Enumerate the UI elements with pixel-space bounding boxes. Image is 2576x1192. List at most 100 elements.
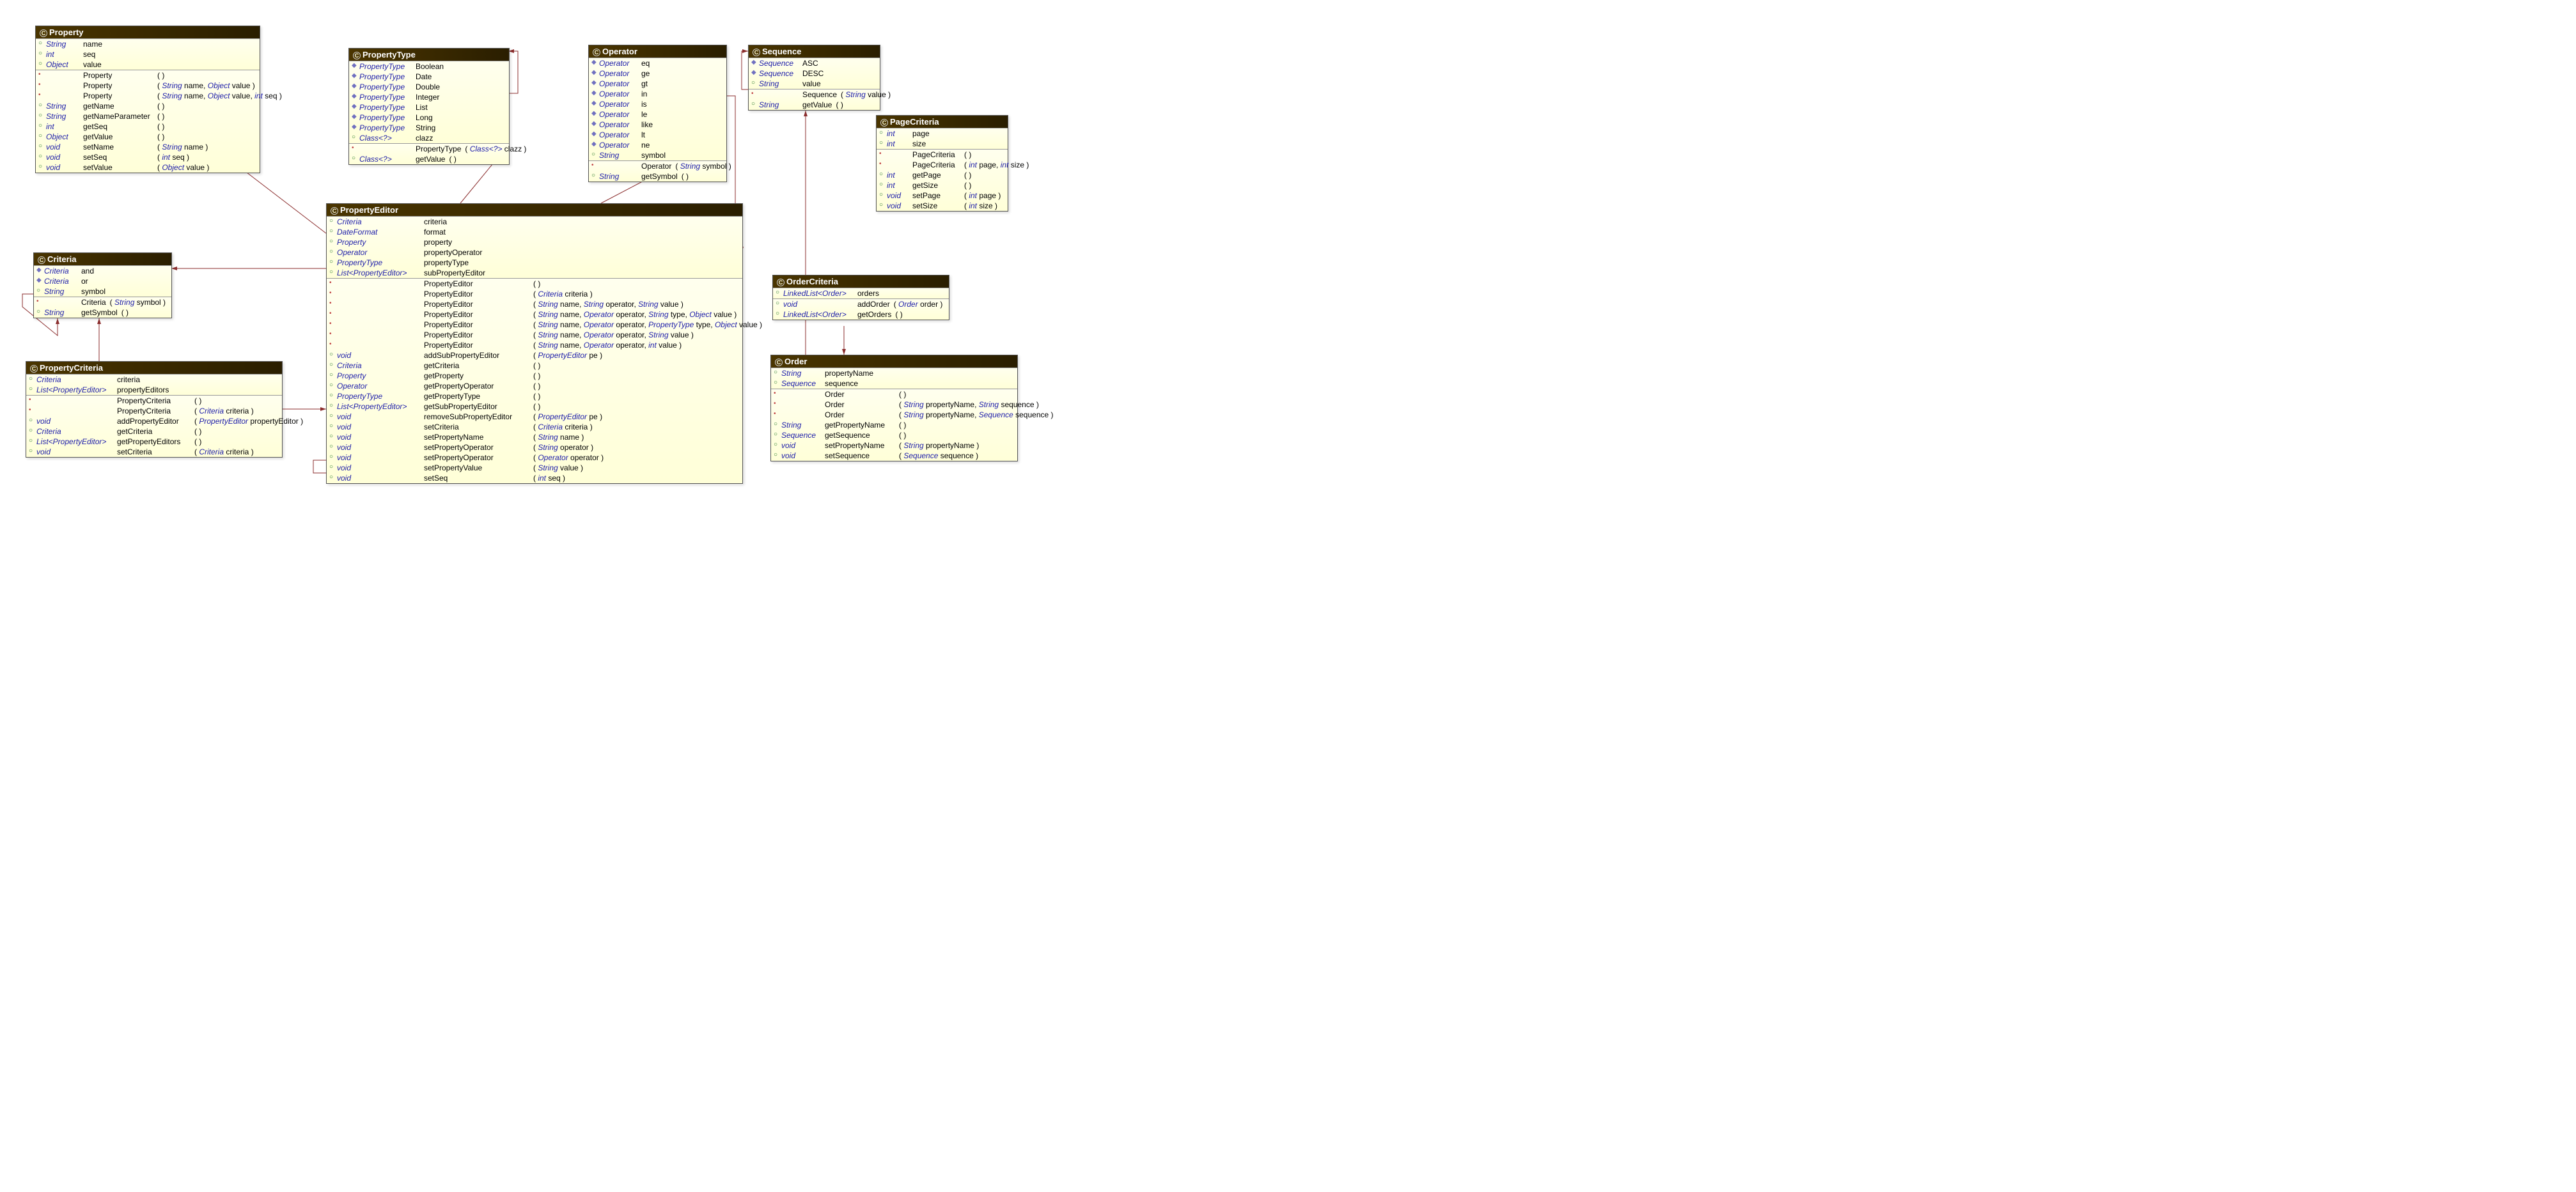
field-type: Sequence [759, 69, 799, 78]
method-name: PropertyEditor [424, 320, 529, 329]
visibility-icon: • [38, 71, 46, 80]
method-row: ○Class<?>getValue( ) [349, 154, 509, 164]
visibility-icon: ◆ [352, 82, 359, 91]
return-type: void [36, 417, 113, 426]
field-name: ne [641, 141, 650, 150]
method-name: getValue [416, 155, 445, 164]
method-name: PropertyEditor [424, 279, 529, 288]
return-type: Criteria [337, 361, 420, 370]
method-row: ○voidsetSeq( int seq ) [36, 152, 260, 162]
visibility-icon: ○ [36, 287, 44, 296]
field-name: like [641, 120, 653, 129]
field-type: Operator [599, 120, 637, 129]
return-type: Sequence [781, 431, 821, 440]
method-row: •Order( String propertyName, Sequence se… [771, 410, 1017, 420]
method-name: PropertyEditor [424, 290, 529, 298]
visibility-icon: ○ [29, 447, 36, 456]
method-row: •PageCriteria( int page, int size ) [877, 160, 1008, 170]
method-params: ( ) [964, 181, 971, 190]
visibility-icon: ○ [38, 143, 46, 151]
method-params: ( ) [157, 71, 164, 80]
method-params: ( int seq ) [157, 153, 189, 162]
field-row: ◆Operatorgt [589, 79, 726, 89]
method-name: PropertyType [416, 144, 461, 153]
method-row: •Property( String name, Object value ) [36, 81, 260, 91]
return-type [599, 162, 637, 171]
field-row: ◆Operatorin [589, 89, 726, 99]
return-type: void [783, 300, 854, 309]
return-type: PropertyType [337, 392, 420, 401]
return-type: void [337, 422, 420, 431]
field-name: name [83, 40, 102, 49]
visibility-icon: • [329, 341, 337, 350]
field-row: ○List<PropertyEditor>propertyEditors [26, 385, 282, 395]
field-type: String [599, 151, 637, 160]
connector [742, 51, 748, 89]
method-params: ( ) [194, 396, 201, 405]
field-type: PropertyType [337, 258, 420, 267]
class-header: PageCriteria [877, 116, 1008, 128]
field-name: property [424, 238, 452, 247]
return-type [46, 81, 79, 90]
visibility-icon: ○ [38, 132, 46, 141]
visibility-icon: ○ [329, 361, 337, 370]
visibility-icon: ○ [329, 422, 337, 431]
visibility-icon: ○ [38, 163, 46, 172]
method-row: ○voidsetName( String name ) [36, 142, 260, 152]
return-type: void [887, 191, 909, 200]
return-type: String [46, 112, 79, 121]
class-Order: Order○StringpropertyName○Sequencesequenc… [770, 355, 1018, 461]
return-type [337, 330, 420, 339]
method-name: getPage [912, 171, 960, 180]
method-row: •PropertyEditor( String name, Operator o… [327, 330, 742, 340]
uml-diagram: Property○Stringname○intseq○Objectvalue•P… [13, 13, 1017, 479]
fields-section: ◆Criteriaand◆Criteriaor○Stringsymbol [34, 265, 171, 297]
method-params: ( ) [964, 150, 971, 159]
field-type: Class<?> [359, 134, 412, 143]
field-name: or [81, 277, 88, 286]
method-row: ○voidsetCriteria( Criteria criteria ) [327, 422, 742, 432]
method-row: ○voidaddPropertyEditor( PropertyEditor p… [26, 416, 282, 426]
class-header: Property [36, 26, 260, 38]
visibility-icon: ◆ [591, 100, 599, 109]
visibility-icon: ○ [879, 129, 887, 138]
return-type: Criteria [36, 427, 113, 436]
method-row: ○voidsetPropertyName( String propertyNam… [771, 440, 1017, 451]
return-type: void [46, 153, 79, 162]
methods-section: •Operator( String symbol )○StringgetSymb… [589, 160, 726, 182]
method-params: ( PropertyEditor pe ) [533, 351, 602, 360]
visibility-icon: ○ [879, 171, 887, 180]
visibility-icon: ◆ [36, 267, 44, 275]
field-name: le [641, 110, 647, 119]
return-type: void [781, 451, 821, 460]
class-PropertyType: PropertyType◆PropertyTypeBoolean◆Propert… [348, 48, 510, 165]
method-row: •PropertyEditor( String name, Operator o… [327, 320, 742, 330]
class-header: OrderCriteria [773, 275, 949, 288]
visibility-icon: • [329, 310, 337, 319]
field-row: ○List<PropertyEditor>subPropertyEditor [327, 268, 742, 278]
field-row: ○Stringsymbol [589, 150, 726, 160]
field-row: ◆Operatorlike [589, 120, 726, 130]
visibility-icon: ○ [329, 351, 337, 360]
field-name: subPropertyEditor [424, 268, 485, 277]
field-name: seq [83, 50, 95, 59]
return-type: Object [46, 132, 79, 141]
method-params: ( String name, Object value, int seq ) [157, 91, 282, 100]
field-name: clazz [416, 134, 433, 143]
visibility-icon: ○ [38, 50, 46, 59]
field-row: ○intpage [877, 128, 1008, 139]
field-row: ◆SequenceDESC [749, 68, 880, 79]
field-row: ○Class<?>clazz [349, 133, 509, 143]
visibility-icon: ○ [329, 443, 337, 452]
method-row: •Property( ) [36, 70, 260, 81]
field-type: int [887, 129, 909, 138]
visibility-icon: ○ [29, 427, 36, 436]
fields-section: ○Criteriacriteria○DateFormatformat○Prope… [327, 216, 742, 278]
return-type [759, 90, 799, 99]
method-row: •PropertyType( Class<?> clazz ) [349, 144, 509, 154]
method-name: setPropertyValue [424, 463, 529, 472]
class-header: Criteria [34, 253, 171, 265]
method-name: setPropertyName [825, 441, 895, 450]
field-type: PropertyType [359, 123, 412, 132]
method-row: ○StringgetSymbol( ) [34, 307, 171, 318]
